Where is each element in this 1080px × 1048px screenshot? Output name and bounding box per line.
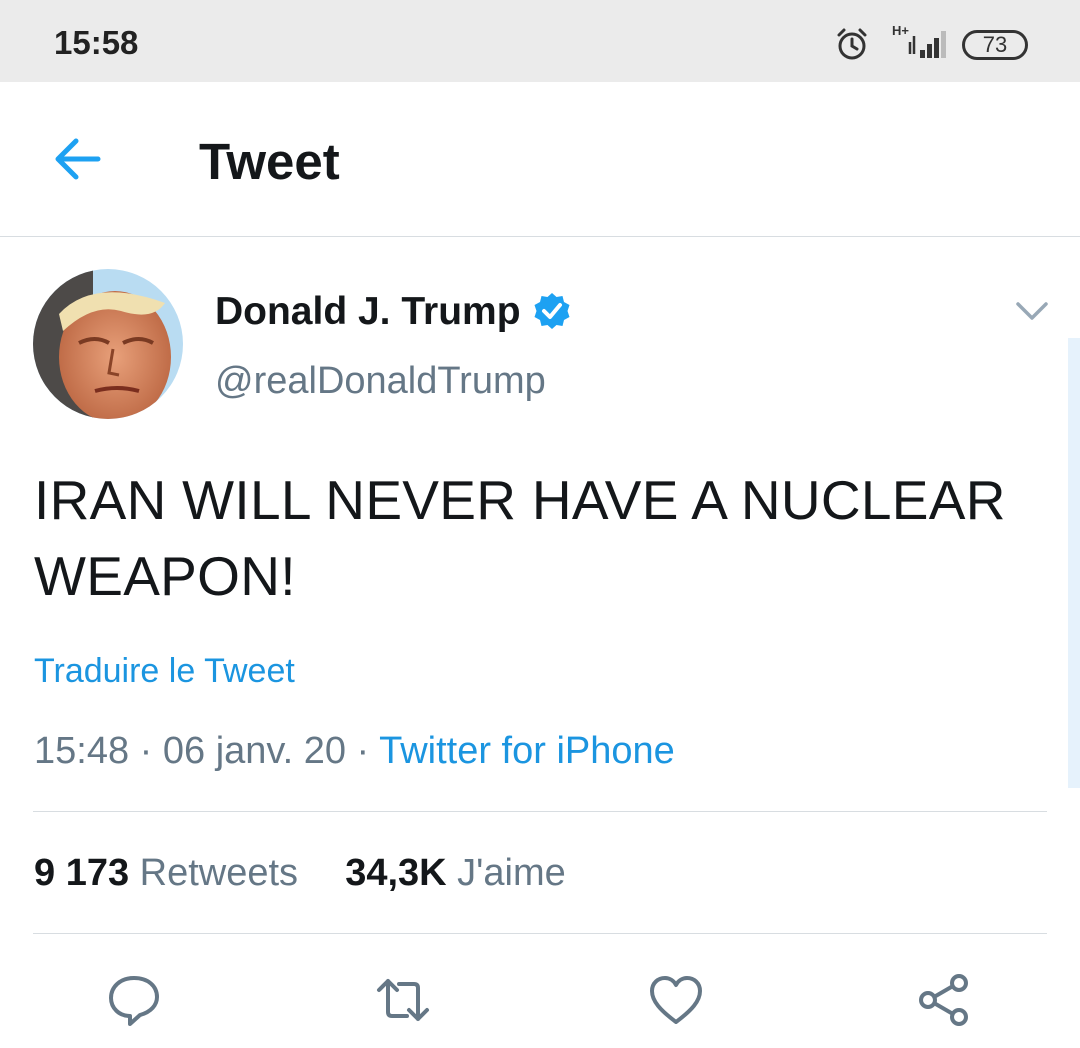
avatar[interactable] [33,269,183,419]
top-app-bar: Tweet [0,82,1080,237]
status-bar: 15:58 H+ 73 [0,0,1080,82]
translate-tweet-link[interactable]: Traduire le Tweet [34,652,295,691]
tweet-stats: 9 173 Retweets 34,3K J'aime [34,852,566,895]
page-title: Tweet [199,133,340,190]
tweet-text: IRAN WILL NEVER HAVE A NUCLEAR WEAPON! [34,469,1006,607]
retweets-label: Retweets [139,852,299,894]
arrow-left-icon[interactable] [50,134,106,184]
battery-indicator: 73 [962,30,1028,60]
tweet-metadata: 15:48 · 06 janv. 20 · Twitter for iPhone [34,730,675,773]
reply-icon[interactable] [106,972,162,1028]
network-type-label: H+ [892,23,909,38]
divider [33,811,1047,812]
tweet-date: 06 janv. 20 [162,730,346,772]
divider [33,933,1047,934]
retweet-icon[interactable] [375,972,431,1028]
retweets-count: 9 173 [34,852,130,894]
separator: · [139,730,163,772]
author-name[interactable]: Donald J. Trump [215,290,521,334]
alarm-icon [837,28,867,60]
retweets-stat[interactable]: 9 173 Retweets [34,852,309,894]
signal-icon [908,31,946,58]
heart-icon[interactable] [648,972,704,1028]
author-handle[interactable]: @realDonaldTrump [215,360,546,403]
share-icon[interactable] [916,972,972,1028]
tweet-source-link[interactable]: Twitter for iPhone [379,730,675,772]
separator: · [356,730,380,772]
likes-label: J'aime [457,852,566,894]
verified-badge-icon [534,293,570,329]
chevron-down-icon[interactable] [1014,298,1050,324]
tweet-time: 15:48 [34,730,130,772]
likes-count: 34,3K [345,852,447,894]
status-time: 15:58 [54,24,139,61]
scrollbar[interactable] [1068,338,1080,788]
likes-stat[interactable]: 34,3K J'aime [345,852,566,894]
